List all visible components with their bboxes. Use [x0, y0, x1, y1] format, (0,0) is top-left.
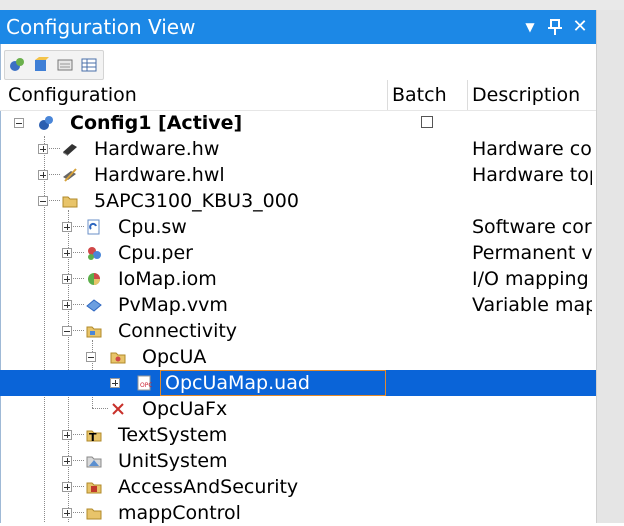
opcua-map-icon: OPC	[136, 375, 153, 391]
tree-label[interactable]: OpcUaFx	[142, 396, 227, 422]
collapse-toggle[interactable]	[62, 326, 72, 336]
titlebar: Configuration View ▼ ✕	[0, 10, 596, 44]
permanent-variables-icon	[86, 245, 102, 261]
window-title: Configuration View	[6, 15, 196, 39]
tree-label[interactable]: Hardware.hwl	[94, 162, 225, 188]
tree-row-cpu-folder[interactable]: 5APC3100_KBU3_000	[0, 188, 596, 214]
tree-row-hardware-hwl[interactable]: Hardware.hwl Hardware top	[0, 162, 596, 188]
expand-toggle[interactable]	[62, 300, 72, 310]
expand-toggle[interactable]	[62, 482, 72, 492]
unit-system-icon	[86, 453, 102, 469]
folder-icon	[86, 505, 102, 521]
expand-toggle[interactable]	[38, 170, 48, 180]
cube-icon[interactable]	[33, 57, 49, 73]
column-divider[interactable]	[467, 80, 468, 110]
tree-row-textsystem[interactable]: T TextSystem	[0, 422, 596, 448]
tree-description: Hardware top	[472, 164, 592, 186]
software-icon	[86, 219, 102, 235]
toolbar	[4, 50, 104, 80]
hardware-topology-icon	[62, 167, 78, 183]
column-divider[interactable]	[387, 80, 388, 110]
expand-toggle[interactable]	[62, 508, 72, 518]
scrollbar-area[interactable]	[596, 10, 624, 523]
folder-icon	[62, 193, 78, 209]
tree-row-cpu-sw[interactable]: Cpu.sw Software cor	[0, 214, 596, 240]
collapse-toggle[interactable]	[14, 118, 24, 128]
column-description[interactable]: Description	[472, 80, 580, 110]
tree-row-connectivity[interactable]: Connectivity	[0, 318, 596, 344]
window-icon[interactable]	[57, 57, 73, 73]
tree-label[interactable]: UnitSystem	[118, 448, 228, 474]
tree-row-opcuamap-selected[interactable]: OPC OpcUaMap.uad	[0, 370, 596, 396]
pin-icon[interactable]	[545, 16, 565, 38]
collapse-toggle[interactable]	[86, 352, 96, 362]
expand-toggle[interactable]	[110, 378, 120, 388]
tree-label[interactable]: IoMap.iom	[118, 266, 217, 292]
config-icon	[38, 115, 54, 131]
tree-label[interactable]: mappControl	[118, 500, 241, 526]
expand-toggle[interactable]	[38, 144, 48, 154]
tree-row-config1[interactable]: Config1 [Active]	[0, 110, 596, 136]
tree-label[interactable]: Config1 [Active]	[70, 110, 242, 136]
tree-label[interactable]: Cpu.sw	[118, 214, 187, 240]
configurations-icon[interactable]	[9, 57, 25, 73]
rename-input[interactable]: OpcUaMap.uad	[160, 370, 386, 396]
window-top-strip	[0, 0, 624, 10]
tree-row-pvmap[interactable]: PvMap.vvm Variable map	[0, 292, 596, 318]
expand-toggle[interactable]	[62, 274, 72, 284]
svg-text:OPC: OPC	[140, 382, 152, 389]
svg-text:T: T	[89, 431, 97, 443]
column-batch[interactable]: Batch	[392, 80, 447, 110]
folder-icon	[110, 349, 126, 365]
tree-description: Software cor	[472, 216, 592, 238]
tree-label[interactable]: Hardware.hw	[94, 136, 219, 162]
dropdown-menu-icon[interactable]: ▼	[520, 16, 540, 38]
table-icon[interactable]	[81, 57, 97, 73]
close-icon[interactable]: ✕	[570, 16, 590, 38]
tree-row-unitsystem[interactable]: UnitSystem	[0, 448, 596, 474]
tree-row-mappcontrol[interactable]: mappControl	[0, 500, 596, 526]
tree-description: Hardware co	[472, 138, 592, 160]
column-header: Configuration Batch Description	[0, 80, 596, 111]
expand-toggle[interactable]	[62, 248, 72, 258]
security-folder-icon	[86, 479, 102, 495]
tree-description: I/O mapping	[472, 268, 589, 290]
tree-row-accessandsecurity[interactable]: AccessAndSecurity	[0, 474, 596, 500]
tree-label[interactable]: Cpu.per	[118, 240, 193, 266]
tree-row-opcua[interactable]: OpcUA	[0, 344, 596, 370]
collapse-toggle[interactable]	[38, 196, 48, 206]
batch-checkbox[interactable]	[421, 116, 433, 128]
tree-label[interactable]: PvMap.vvm	[118, 292, 228, 318]
folder-icon	[86, 323, 102, 339]
io-mapping-icon	[86, 271, 102, 287]
hardware-icon	[62, 141, 78, 157]
tree-description: Variable map	[472, 294, 592, 316]
expand-toggle[interactable]	[62, 456, 72, 466]
tree-description: Permanent v	[472, 242, 592, 264]
tree-row-opcuafx[interactable]: OpcUaFx	[0, 396, 596, 422]
text-system-icon: T	[86, 427, 102, 444]
tree-row-hardware-hw[interactable]: Hardware.hw Hardware co	[0, 136, 596, 162]
expand-toggle[interactable]	[62, 222, 72, 232]
tree-label[interactable]: OpcUA	[142, 344, 206, 370]
tree-row-iomap[interactable]: IoMap.iom I/O mapping	[0, 266, 596, 292]
tree-label[interactable]: TextSystem	[118, 422, 227, 448]
tree-row-cpu-per[interactable]: Cpu.per Permanent v	[0, 240, 596, 266]
tree-label[interactable]: AccessAndSecurity	[118, 474, 298, 500]
column-configuration[interactable]: Configuration	[8, 80, 137, 110]
error-x-icon	[110, 401, 126, 417]
expand-toggle[interactable]	[62, 430, 72, 440]
variable-mapping-icon	[86, 297, 102, 313]
tree-label[interactable]: Connectivity	[118, 318, 237, 344]
tree-label[interactable]: 5APC3100_KBU3_000	[94, 188, 299, 214]
